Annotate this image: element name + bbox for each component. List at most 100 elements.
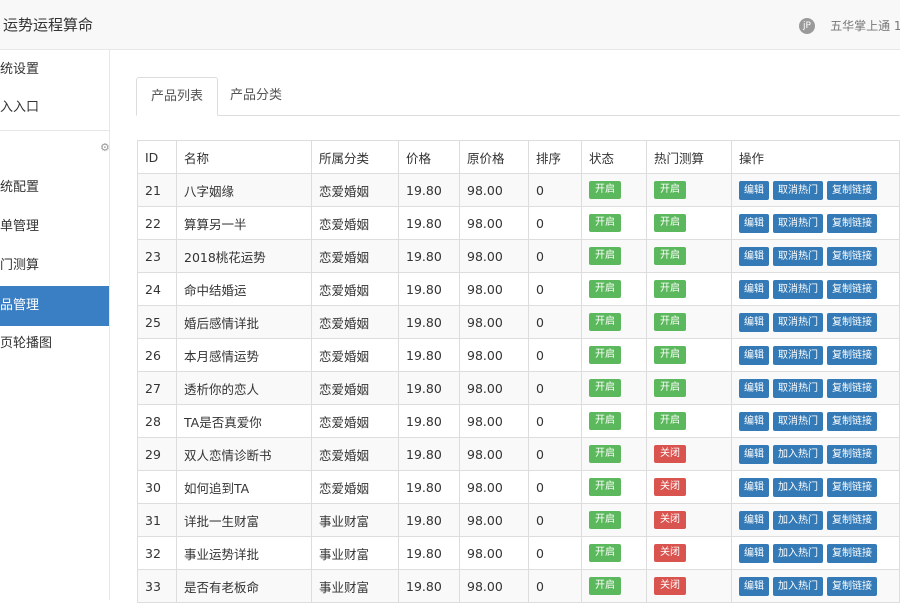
cancel-hot-button[interactable]: 取消热门 bbox=[773, 279, 823, 299]
column-header: 原价格 bbox=[459, 140, 529, 174]
table-row: 26 本月感情运势 恋爱婚姻 19.80 98.00 0 开启 开启 编辑 取消热门 复制链接 bbox=[137, 338, 900, 372]
add-hot-button[interactable]: 加入热门 bbox=[773, 444, 823, 464]
cancel-hot-button[interactable]: 取消热门 bbox=[773, 345, 823, 365]
cell-original-price: 98.00 bbox=[459, 503, 529, 537]
cancel-hot-button[interactable]: 取消热门 bbox=[773, 312, 823, 332]
status-toggle[interactable]: 开启 bbox=[589, 346, 621, 364]
tab-product-category[interactable]: 产品分类 bbox=[216, 77, 296, 115]
hot-status-toggle[interactable]: 关闭 bbox=[654, 577, 686, 595]
cancel-hot-button[interactable]: 取消热门 bbox=[773, 213, 823, 233]
hot-status-toggle[interactable]: 开启 bbox=[654, 181, 686, 199]
sidebar-item-hot-reading[interactable]: 门测算 bbox=[0, 246, 109, 286]
cancel-hot-button[interactable]: 取消热门 bbox=[773, 378, 823, 398]
edit-button[interactable]: 编辑 bbox=[739, 477, 769, 497]
sidebar-item-orders[interactable]: 单管理 bbox=[0, 207, 109, 247]
user-avatar-icon[interactable]: jP bbox=[799, 17, 815, 34]
status-toggle[interactable]: 开启 bbox=[589, 445, 621, 463]
sidebar-item-label: 单管理 bbox=[0, 219, 40, 234]
copy-link-button[interactable]: 复制链接 bbox=[827, 543, 877, 563]
status-toggle[interactable]: 开启 bbox=[589, 214, 621, 232]
copy-link-button[interactable]: 复制链接 bbox=[827, 411, 877, 431]
hot-status-toggle[interactable]: 开启 bbox=[654, 379, 686, 397]
cell-category: 恋爱婚姻 bbox=[311, 437, 399, 471]
cell-id: 28 bbox=[137, 404, 177, 438]
cell-name: 算算另一半 bbox=[176, 206, 312, 240]
copy-link-button[interactable]: 复制链接 bbox=[827, 312, 877, 332]
add-hot-button[interactable]: 加入热门 bbox=[773, 543, 823, 563]
edit-button[interactable]: 编辑 bbox=[739, 246, 769, 266]
edit-button[interactable]: 编辑 bbox=[739, 213, 769, 233]
status-toggle[interactable]: 开启 bbox=[589, 478, 621, 496]
sidebar-item-label: 统配置 bbox=[0, 180, 40, 195]
status-toggle[interactable]: 开启 bbox=[589, 280, 621, 298]
copy-link-button[interactable]: 复制链接 bbox=[827, 510, 877, 530]
cell-category: 事业财富 bbox=[311, 503, 399, 537]
edit-button[interactable]: 编辑 bbox=[739, 576, 769, 596]
edit-button[interactable]: 编辑 bbox=[739, 378, 769, 398]
copy-link-button[interactable]: 复制链接 bbox=[827, 213, 877, 233]
hot-status-toggle[interactable]: 开启 bbox=[654, 412, 686, 430]
hot-status-toggle[interactable]: 关闭 bbox=[654, 544, 686, 562]
status-toggle[interactable]: 开启 bbox=[589, 577, 621, 595]
gear-icon[interactable]: ⚙ bbox=[100, 141, 110, 154]
cell-name: 是否有老板命 bbox=[176, 569, 312, 603]
sidebar-item-system-config[interactable]: 统配置 bbox=[0, 168, 109, 208]
copy-link-button[interactable]: 复制链接 bbox=[827, 477, 877, 497]
cancel-hot-button[interactable]: 取消热门 bbox=[773, 246, 823, 266]
cell-sort: 0 bbox=[528, 470, 582, 504]
cell-status: 开启 bbox=[581, 272, 647, 306]
add-hot-button[interactable]: 加入热门 bbox=[773, 576, 823, 596]
hot-status-toggle[interactable]: 关闭 bbox=[654, 445, 686, 463]
edit-button[interactable]: 编辑 bbox=[739, 543, 769, 563]
copy-link-button[interactable]: 复制链接 bbox=[827, 576, 877, 596]
status-toggle[interactable]: 开启 bbox=[589, 511, 621, 529]
sidebar-item-entry[interactable]: 入入口 bbox=[0, 88, 109, 128]
hot-status-toggle[interactable]: 开启 bbox=[654, 214, 686, 232]
status-toggle[interactable]: 开启 bbox=[589, 544, 621, 562]
sidebar-item-system-settings[interactable]: 统设置 bbox=[0, 50, 109, 90]
edit-button[interactable]: 编辑 bbox=[739, 444, 769, 464]
cell-status: 开启 bbox=[581, 173, 647, 207]
user-name[interactable]: 五华掌上通 1 bbox=[830, 19, 900, 33]
cell-original-price: 98.00 bbox=[459, 569, 529, 603]
status-toggle[interactable]: 开启 bbox=[589, 247, 621, 265]
cancel-hot-button[interactable]: 取消热门 bbox=[773, 180, 823, 200]
copy-link-button[interactable]: 复制链接 bbox=[827, 246, 877, 266]
edit-button[interactable]: 编辑 bbox=[739, 510, 769, 530]
hot-status-toggle[interactable]: 开启 bbox=[654, 346, 686, 364]
copy-link-button[interactable]: 复制链接 bbox=[827, 378, 877, 398]
hot-status-toggle[interactable]: 关闭 bbox=[654, 511, 686, 529]
sidebar-item-label: 统设置 bbox=[0, 62, 40, 77]
status-toggle[interactable]: 开启 bbox=[589, 181, 621, 199]
user-menu[interactable]: jP 五华掌上通 1 bbox=[799, 15, 900, 35]
edit-button[interactable]: 编辑 bbox=[739, 411, 769, 431]
copy-link-button[interactable]: 复制链接 bbox=[827, 279, 877, 299]
edit-button[interactable]: 编辑 bbox=[739, 180, 769, 200]
cancel-hot-button[interactable]: 取消热门 bbox=[773, 411, 823, 431]
cell-original-price: 98.00 bbox=[459, 206, 529, 240]
hot-status-toggle[interactable]: 开启 bbox=[654, 247, 686, 265]
cell-price: 19.80 bbox=[398, 239, 460, 273]
cell-actions: 编辑 加入热门 复制链接 bbox=[731, 536, 900, 570]
sidebar-item-carousel[interactable]: 页轮播图 bbox=[0, 324, 109, 364]
hot-status-toggle[interactable]: 开启 bbox=[654, 313, 686, 331]
add-hot-button[interactable]: 加入热门 bbox=[773, 477, 823, 497]
hot-status-toggle[interactable]: 关闭 bbox=[654, 478, 686, 496]
copy-link-button[interactable]: 复制链接 bbox=[827, 444, 877, 464]
cell-original-price: 98.00 bbox=[459, 272, 529, 306]
status-toggle[interactable]: 开启 bbox=[589, 313, 621, 331]
sidebar-item-products[interactable]: 品管理 bbox=[0, 286, 109, 326]
cell-original-price: 98.00 bbox=[459, 173, 529, 207]
edit-button[interactable]: 编辑 bbox=[739, 345, 769, 365]
cell-id: 30 bbox=[137, 470, 177, 504]
edit-button[interactable]: 编辑 bbox=[739, 279, 769, 299]
status-toggle[interactable]: 开启 bbox=[589, 412, 621, 430]
status-toggle[interactable]: 开启 bbox=[589, 379, 621, 397]
tab-product-list[interactable]: 产品列表 bbox=[136, 77, 219, 116]
edit-button[interactable]: 编辑 bbox=[739, 312, 769, 332]
copy-link-button[interactable]: 复制链接 bbox=[827, 180, 877, 200]
add-hot-button[interactable]: 加入热门 bbox=[773, 510, 823, 530]
hot-status-toggle[interactable]: 开启 bbox=[654, 280, 686, 298]
column-header: 状态 bbox=[581, 140, 647, 174]
copy-link-button[interactable]: 复制链接 bbox=[827, 345, 877, 365]
